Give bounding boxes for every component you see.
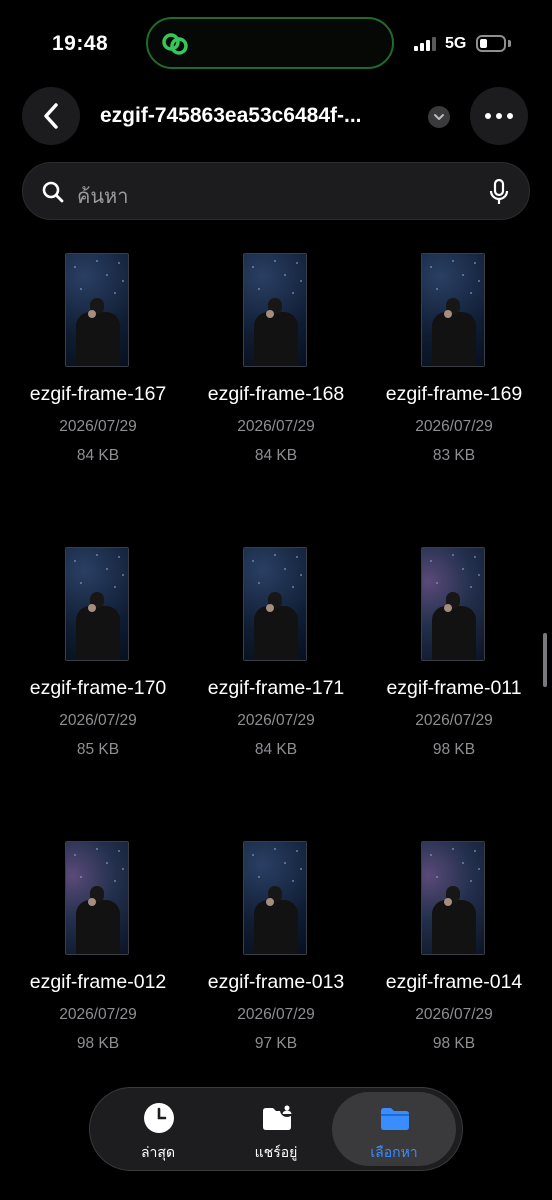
file-name: ezgif-frame-014 (385, 971, 523, 993)
file-size: 83 KB (432, 447, 476, 464)
file-name: ezgif-frame-013 (207, 971, 345, 993)
tab-recents[interactable]: ล่าสุด (96, 1088, 220, 1170)
file-size: 98 KB (432, 741, 476, 758)
file-size: 84 KB (254, 447, 298, 464)
tab-shared[interactable]: แชร์อยู่ (214, 1088, 338, 1170)
file-date: 2026/07/29 (237, 418, 315, 435)
file-grid: ezgif-frame-167 2026/07/29 84 KB ezgif-fram… (0, 0, 552, 1200)
tab-recents-label: ล่าสุด (140, 1144, 176, 1160)
shared-folder-icon (263, 1103, 293, 1130)
file-name: ezgif-frame-168 (207, 383, 345, 405)
file-size: 84 KB (254, 741, 298, 758)
tab-bar: ล่าสุด แชร์อยู่ เลือกหา (89, 1087, 463, 1171)
file-thumbnail (421, 547, 485, 661)
file-size: 85 KB (76, 741, 120, 758)
file-name: ezgif-frame-171 (207, 677, 345, 699)
folder-icon (381, 1108, 409, 1130)
file-date: 2026/07/29 (237, 1006, 315, 1023)
tab-browse-label: เลือกหา (370, 1144, 418, 1160)
file-name: ezgif-frame-169 (385, 383, 523, 405)
file-thumbnail (65, 841, 129, 955)
file-thumbnail (65, 547, 129, 661)
file-thumbnail (243, 253, 307, 367)
file-date: 2026/07/29 (415, 1006, 493, 1023)
file-size: 84 KB (76, 447, 120, 464)
file-name: ezgif-frame-170 (29, 677, 167, 699)
file-date: 2026/07/29 (59, 712, 137, 729)
file-date: 2026/07/29 (59, 418, 137, 435)
file-size: 98 KB (432, 1035, 476, 1052)
file-thumbnail (421, 841, 485, 955)
file-thumbnail (243, 841, 307, 955)
clock-icon (144, 1103, 174, 1133)
file-size: 97 KB (254, 1035, 298, 1052)
file-thumbnail (243, 547, 307, 661)
file-name: ezgif-frame-012 (29, 971, 167, 993)
file-size: 98 KB (76, 1035, 120, 1052)
file-date: 2026/07/29 (415, 712, 493, 729)
file-date: 2026/07/29 (59, 1006, 137, 1023)
file-date: 2026/07/29 (415, 418, 493, 435)
file-name: ezgif-frame-011 (386, 677, 522, 699)
file-thumbnail (421, 253, 485, 367)
tab-browse[interactable]: เลือกหา (332, 1092, 456, 1166)
file-date: 2026/07/29 (237, 712, 315, 729)
file-thumbnail (65, 253, 129, 367)
file-name: ezgif-frame-167 (29, 383, 167, 405)
scroll-indicator[interactable] (543, 633, 547, 687)
tab-shared-label: แชร์อยู่ (254, 1144, 298, 1160)
